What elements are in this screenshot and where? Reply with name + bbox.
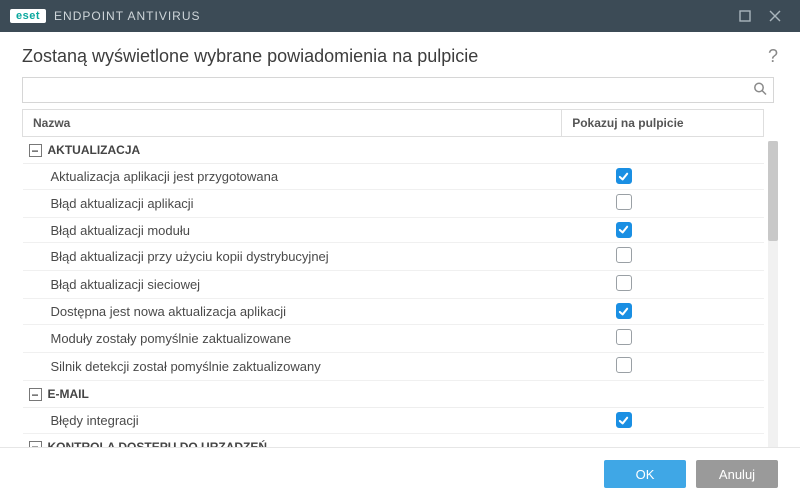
window-maximize-button[interactable] [730,0,760,32]
group-label: E-MAIL [48,387,89,401]
dialog-content: Nazwa Pokazuj na pulpicie −AKTUALIZACJAA… [0,73,800,447]
row-label: Błąd aktualizacji aplikacji [23,189,562,217]
show-on-desktop-checkbox[interactable] [616,247,632,263]
show-on-desktop-checkbox[interactable] [616,194,632,210]
collapse-icon[interactable]: − [29,441,42,447]
row-label: Aktualizacja aplikacji jest przygotowana [23,164,562,190]
group-label: AKTUALIZACJA [48,143,141,157]
show-on-desktop-checkbox[interactable] [616,168,632,184]
dialog-header: Zostaną wyświetlone wybrane powiadomieni… [0,32,800,73]
titlebar: eset ENDPOINT ANTIVIRUS [0,0,800,32]
row-label: Błąd aktualizacji przy użyciu kopii dyst… [23,243,562,271]
brand-text: ENDPOINT ANTIVIRUS [54,9,200,23]
scrollbar-thumb[interactable] [768,141,778,241]
window-close-button[interactable] [760,0,790,32]
table-scroll: Nazwa Pokazuj na pulpicie −AKTUALIZACJAA… [22,109,768,447]
brand: eset ENDPOINT ANTIVIRUS [10,9,201,23]
table-row[interactable]: Aktualizacja aplikacji jest przygotowana [23,164,764,190]
table-row[interactable]: Błąd aktualizacji modułu [23,217,764,243]
page-title: Zostaną wyświetlone wybrane powiadomieni… [22,46,768,67]
show-on-desktop-checkbox[interactable] [616,329,632,345]
table-header-row: Nazwa Pokazuj na pulpicie [23,110,764,137]
row-label: Błąd aktualizacji modułu [23,217,562,243]
show-on-desktop-checkbox[interactable] [616,412,632,428]
collapse-icon[interactable]: − [29,388,42,401]
col-header-show[interactable]: Pokazuj na pulpicie [562,110,764,137]
search-icon[interactable] [753,82,767,99]
table-row[interactable]: Dostępna jest nowa aktualizacja aplikacj… [23,299,764,325]
table-row[interactable]: Błąd aktualizacji aplikacji [23,189,764,217]
group-label: KONTROLA DOSTĘPU DO URZĄDZEŃ [48,440,268,447]
table-row[interactable]: Błąd aktualizacji przy użyciu kopii dyst… [23,243,764,271]
group-row[interactable]: −AKTUALIZACJA [23,137,764,164]
brand-logo: eset [10,9,46,23]
row-label: Silnik detekcji został pomyślnie zaktual… [23,352,562,380]
dialog-footer: OK Anuluj [0,447,800,500]
ok-button[interactable]: OK [604,460,686,488]
row-label: Błąd aktualizacji sieciowej [23,271,562,299]
search-input[interactable] [23,78,773,102]
collapse-icon[interactable]: − [29,144,42,157]
group-row[interactable]: −E-MAIL [23,380,764,407]
row-label: Błędy integracji [23,408,562,434]
help-icon[interactable]: ? [768,46,778,67]
table-row[interactable]: Błąd aktualizacji sieciowej [23,271,764,299]
row-label: Moduły zostały pomyślnie zaktualizowane [23,324,562,352]
row-label: Dostępna jest nowa aktualizacja aplikacj… [23,299,562,325]
table-row[interactable]: Błędy integracji [23,408,764,434]
search-row [22,77,774,103]
cancel-button[interactable]: Anuluj [696,460,778,488]
table-row[interactable]: Silnik detekcji został pomyślnie zaktual… [23,352,764,380]
table-wrap: Nazwa Pokazuj na pulpicie −AKTUALIZACJAA… [22,109,778,447]
col-header-name[interactable]: Nazwa [23,110,562,137]
show-on-desktop-checkbox[interactable] [616,303,632,319]
group-row[interactable]: −KONTROLA DOSTĘPU DO URZĄDZEŃ [23,433,764,447]
table-row[interactable]: Moduły zostały pomyślnie zaktualizowane [23,324,764,352]
show-on-desktop-checkbox[interactable] [616,357,632,373]
scrollbar-vertical[interactable] [768,141,778,447]
show-on-desktop-checkbox[interactable] [616,222,632,238]
show-on-desktop-checkbox[interactable] [616,275,632,291]
notification-table: Nazwa Pokazuj na pulpicie −AKTUALIZACJAA… [22,109,764,447]
